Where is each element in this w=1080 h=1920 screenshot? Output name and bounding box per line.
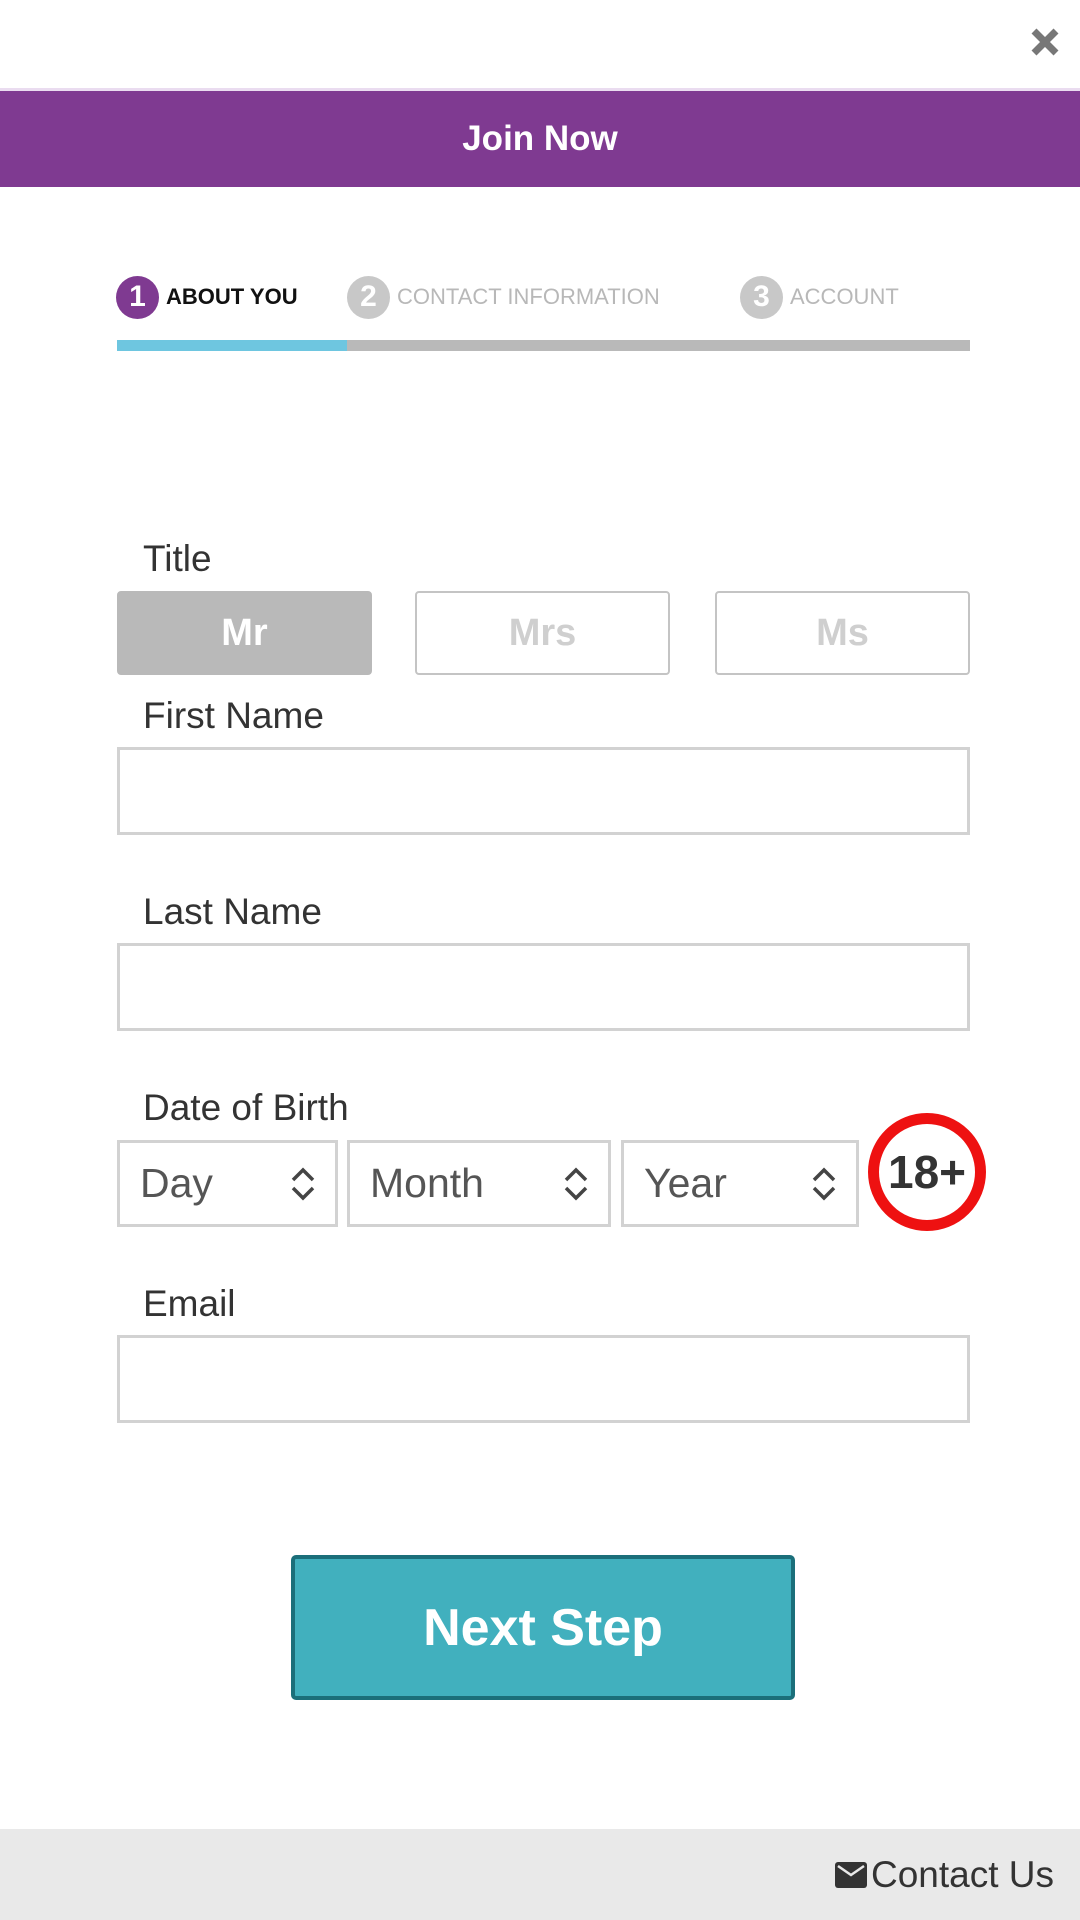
dob-day-select[interactable]: Day — [117, 1140, 338, 1227]
chevron-up-down-icon — [291, 1167, 315, 1200]
close-button[interactable] — [1020, 22, 1070, 62]
envelope-icon — [834, 1861, 867, 1888]
step-number: 1 — [116, 275, 159, 319]
last-name-input[interactable] — [117, 943, 970, 1031]
step-label: CONTACT INFORMATION — [397, 284, 660, 309]
header-title: Join Now — [462, 119, 618, 158]
title-option-mrs[interactable]: Mrs — [415, 591, 670, 675]
dob-year-select[interactable]: Year — [621, 1140, 859, 1227]
progress-fill — [117, 340, 348, 351]
dob-month-value: Month — [370, 1160, 484, 1206]
step-indicator: 1 ABOUT YOU 2 CONTACT INFORMATION 3 ACCO… — [116, 275, 970, 319]
contact-us-label: Contact Us — [870, 1853, 1054, 1895]
step-label: ACCOUNT — [790, 284, 899, 309]
step-number: 2 — [347, 275, 390, 319]
close-icon — [1031, 28, 1059, 56]
title-option-ms[interactable]: Ms — [715, 591, 970, 675]
step-about-you: 1 ABOUT YOU — [116, 275, 298, 319]
footer: Contact Us — [0, 1829, 1080, 1920]
step-number: 3 — [740, 275, 783, 319]
email-input[interactable] — [117, 1335, 970, 1423]
first-name-label: First Name — [143, 695, 324, 736]
modal-header: Join Now — [0, 91, 1080, 187]
chevron-up-down-icon — [812, 1167, 836, 1200]
title-label: Title — [143, 538, 212, 579]
first-name-input[interactable] — [117, 747, 970, 835]
step-contact-information: 2 CONTACT INFORMATION — [347, 275, 660, 319]
age-restriction-badge: 18+ — [868, 1113, 986, 1231]
dob-month-select[interactable]: Month — [347, 1140, 611, 1227]
email-label: Email — [143, 1283, 236, 1324]
dob-day-value: Day — [140, 1160, 213, 1206]
progress-bar — [117, 340, 970, 351]
chevron-up-down-icon — [564, 1167, 588, 1200]
contact-us-link[interactable]: Contact Us — [834, 1829, 1054, 1920]
title-option-mr[interactable]: Mr — [117, 591, 372, 675]
step-label: ABOUT YOU — [166, 284, 298, 309]
dob-label: Date of Birth — [143, 1087, 349, 1128]
step-account: 3 ACCOUNT — [740, 275, 899, 319]
dob-year-value: Year — [644, 1160, 727, 1206]
next-step-button[interactable]: Next Step — [291, 1555, 795, 1700]
last-name-label: Last Name — [143, 891, 322, 932]
